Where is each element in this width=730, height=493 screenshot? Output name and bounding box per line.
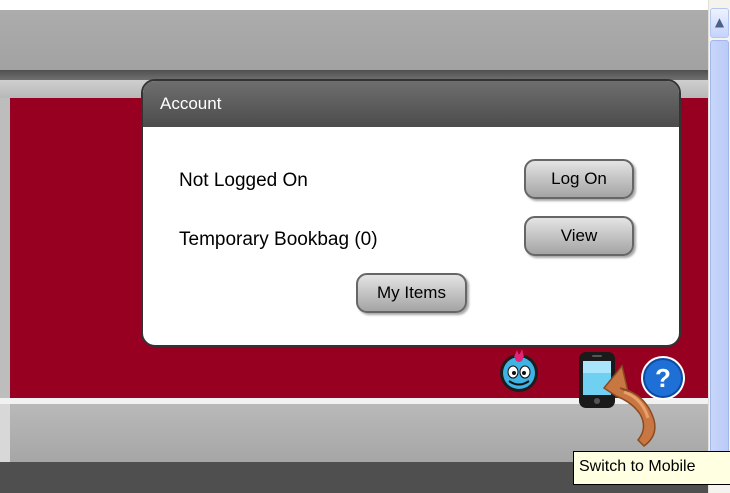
page-top-strip — [0, 0, 708, 10]
footer-left-edge — [0, 404, 10, 462]
vertical-scrollbar[interactable]: ▲ — [708, 0, 730, 493]
header-bar — [0, 10, 708, 70]
view-bookbag-button[interactable]: View — [524, 216, 634, 256]
scroll-thumb[interactable] — [710, 40, 729, 485]
bookbag-label: Temporary Bookbag (0) — [179, 229, 378, 250]
log-on-button[interactable]: Log On — [524, 159, 634, 199]
login-status-label: Not Logged On — [179, 170, 308, 191]
scroll-up-button[interactable]: ▲ — [710, 8, 729, 38]
banner-left-edge — [0, 98, 10, 398]
switch-to-mobile-tooltip: Switch to Mobile — [573, 451, 730, 485]
my-items-button[interactable]: My Items — [356, 273, 467, 313]
account-panel-title: Account — [143, 81, 679, 127]
curved-arrow-pointer-icon — [598, 362, 664, 452]
mascot-face-icon[interactable] — [497, 348, 541, 394]
account-panel: Account Not Logged On Log On Temporary B… — [141, 79, 681, 347]
